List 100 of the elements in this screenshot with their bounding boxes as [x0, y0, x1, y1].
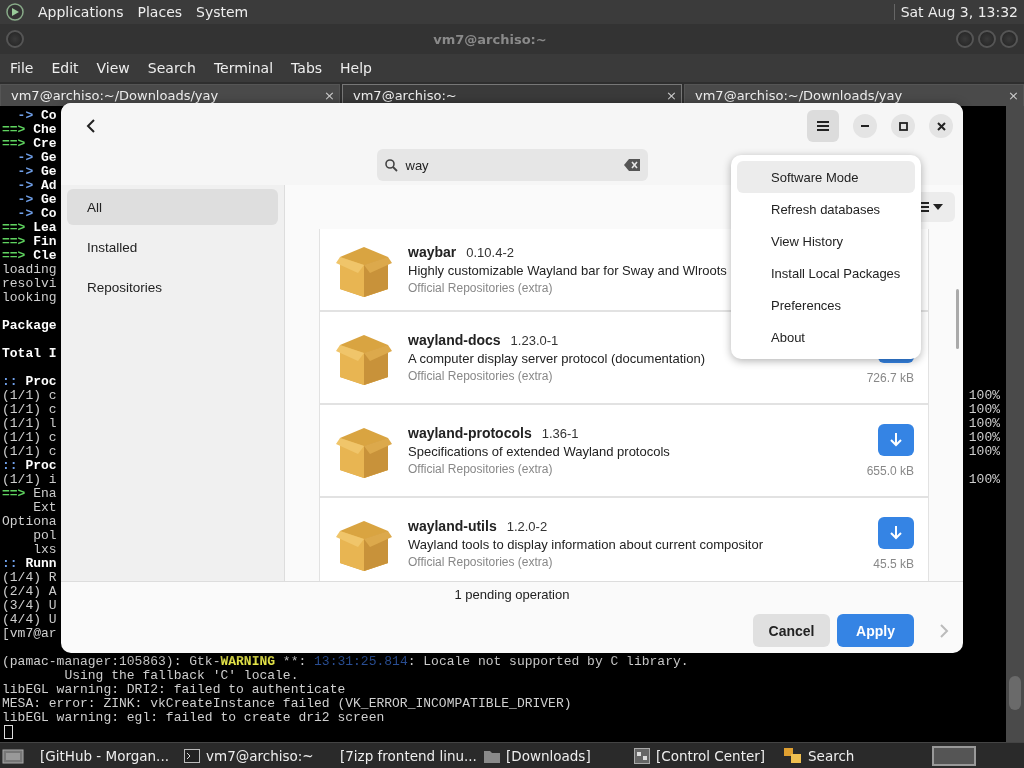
panel-menu[interactable]: Applications — [38, 4, 124, 20]
sidebar-item[interactable]: Repositories — [67, 269, 278, 305]
terminal-line: -> Co — [16, 207, 57, 221]
progress-percent: 100% — [968, 431, 1000, 445]
terminal-line: (4/4) U — [2, 613, 57, 627]
workspace-switcher[interactable] — [932, 745, 976, 766]
terminal-line: :: Runn — [2, 557, 57, 571]
menu-item[interactable]: View — [88, 60, 138, 76]
package-name: wayland-utils — [408, 518, 497, 534]
terminal-line: pol — [32, 529, 57, 543]
close-tab-icon[interactable]: × — [324, 88, 335, 103]
folder-icon — [484, 748, 500, 763]
menu-entry[interactable]: About — [737, 321, 915, 353]
menu-item[interactable]: File — [2, 60, 42, 76]
window-menu-button[interactable] — [6, 30, 24, 48]
install-button[interactable] — [878, 516, 914, 549]
minimize-button[interactable] — [853, 114, 877, 138]
terminal-line: [vm7@ar — [2, 627, 57, 641]
menu-item[interactable]: Search — [139, 60, 204, 76]
menu-entry[interactable]: Refresh databases — [737, 193, 915, 225]
package-description: Highly customizable Wayland bar for Sway and Wlroots — [408, 263, 727, 278]
terminal-line: resolvi — [2, 277, 57, 291]
package-version: 1.23.0-1 — [510, 333, 559, 348]
cancel-button[interactable]: Cancel — [753, 614, 830, 647]
back-icon — [86, 119, 96, 133]
terminal-line: ==> Cle — [2, 249, 57, 263]
terminal-line: -> Ge — [16, 165, 57, 179]
caret-icon — [933, 204, 943, 210]
terminal-line: MESA: error: ZINK: vkCreateInstance failed (VK_ERROR_INCOMPATIBLE_DRIVER) — [2, 697, 572, 711]
taskbar-item[interactable]: [GitHub - Morgan... — [28, 744, 174, 767]
terminal-line: (pamac-manager:105863): Gtk-WARNING **: 13:31:25.814: Locale not supported by C library. — [2, 655, 689, 669]
terminal-line: Using the fallback 'C' locale. — [63, 669, 299, 683]
taskbar-item[interactable]: vm7@archiso:~ — [178, 744, 324, 767]
menu-entry[interactable]: Software Mode — [737, 161, 915, 193]
terminal-icon — [184, 748, 200, 763]
download-icon — [890, 432, 902, 447]
terminal-line: Package — [2, 319, 57, 333]
terminal-line: (1/1) c — [2, 403, 57, 417]
package-row[interactable]: wayland-utils 1.2.0-2 Wayland tools to display information about current compositor Official Repositories (extra) 45.5 kB — [319, 497, 929, 581]
download-icon — [890, 525, 902, 540]
package-description: A computer display server protocol (documentation) — [408, 351, 705, 366]
terminal-tab[interactable]: vm7@archiso:~/Downloads/yay × — [0, 84, 340, 106]
package-size: 655.0 kB — [866, 463, 914, 478]
package-row[interactable]: wayland-protocols 1.36-1 Specifications of extended Wayland protocols Official Repositories (extra) 655.0 kB — [319, 404, 929, 497]
scrollbar-thumb[interactable] — [1009, 676, 1021, 710]
package-repository: Official Repositories (extra) — [408, 462, 554, 476]
close-tab-icon[interactable]: × — [1008, 88, 1019, 103]
taskbar-item[interactable]: Search — [778, 744, 924, 767]
control-panel-icon — [634, 747, 650, 764]
terminal-line: -> Ad — [16, 179, 57, 193]
minimize-icon — [861, 125, 869, 127]
terminal-line: ==> Fin — [2, 235, 57, 249]
menu-item[interactable]: Edit — [43, 60, 87, 76]
clock: Sat Aug 3, 13:32 — [893, 4, 1018, 20]
terminal-line: ==> Lea — [2, 221, 57, 235]
terminal-line: lxs — [32, 543, 57, 557]
close-tab-icon[interactable]: × — [666, 88, 677, 103]
search-icon — [784, 747, 802, 764]
taskbar-item[interactable]: [Control Center] — [628, 744, 774, 767]
menu-item[interactable]: Help — [332, 60, 380, 76]
panel-menu[interactable]: Places — [137, 4, 183, 20]
sidebar-item[interactable]: Installed — [67, 229, 278, 265]
package-repository: Official Repositories (extra) — [408, 281, 554, 295]
search-field[interactable]: way — [376, 149, 648, 181]
package-repository: Official Repositories (extra) — [408, 555, 554, 569]
maximize-icon — [898, 121, 908, 131]
window-title: vm7@archiso:~ — [432, 31, 548, 47]
terminal-line: (1/1) c — [2, 389, 57, 403]
scrollbar[interactable] — [1006, 106, 1024, 742]
menu-button[interactable] — [807, 110, 839, 142]
terminal-line: (3/4) U — [2, 599, 57, 613]
show-desktop-icon[interactable] — [2, 746, 24, 765]
terminal-line: Ext — [32, 501, 57, 515]
terminal-tab[interactable]: vm7@archiso:~ × — [342, 84, 682, 106]
taskbar-item[interactable]: [7izp frontend linu... — [328, 744, 474, 767]
terminal-line: (1/1) c — [2, 431, 57, 445]
terminal-line: (1/1) c — [2, 445, 57, 459]
apply-button[interactable]: Apply — [837, 614, 914, 647]
list-scrollbar[interactable] — [956, 289, 959, 349]
menu-item[interactable]: Terminal — [205, 60, 282, 76]
clear-icon[interactable] — [623, 159, 640, 171]
package-name: wayland-protocols — [408, 425, 532, 441]
close-button[interactable] — [929, 114, 953, 138]
menu-entry[interactable]: Install Local Packages — [737, 257, 915, 289]
maximize-button[interactable] — [891, 114, 915, 138]
taskbar-item[interactable]: [Downloads] — [478, 744, 624, 767]
terminal-tab[interactable]: vm7@archiso:~/Downloads/yay × — [684, 84, 1024, 106]
package-name: wayland-docs — [408, 332, 501, 348]
terminal-line: (1/4) R — [2, 571, 57, 585]
package-name: waybar — [408, 244, 457, 260]
sidebar-item[interactable]: All — [67, 189, 278, 225]
menu-item[interactable]: Tabs — [283, 60, 331, 76]
progress-percent: 100% — [968, 417, 1000, 431]
panel-menu[interactable]: System — [196, 4, 249, 20]
terminal-line: (2/4) A — [2, 585, 57, 599]
terminal-line: looking — [2, 291, 57, 305]
terminal-line: (1/1) l — [2, 417, 57, 431]
package-version: 0.10.4-2 — [466, 245, 514, 260]
install-button[interactable] — [878, 423, 914, 456]
terminal-line: libEGL warning: egl: failed to create dri2 screen — [2, 711, 385, 725]
